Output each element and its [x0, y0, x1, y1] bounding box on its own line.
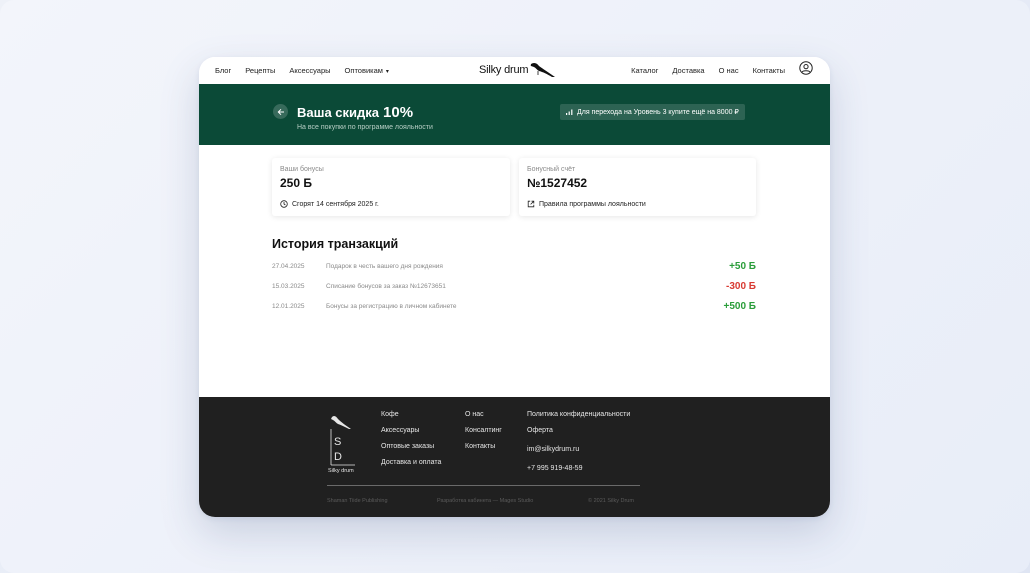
- discount-title-text: Ваша скидка: [297, 105, 380, 120]
- footer-link-offer[interactable]: Оферта: [527, 427, 630, 434]
- transaction-amount: -300 Б: [726, 281, 756, 292]
- external-link-icon: [527, 200, 535, 208]
- footer-link-coffee[interactable]: Кофе: [381, 411, 441, 418]
- discount-hero: Ваша скидка 10% На все покупки по програм…: [199, 84, 830, 145]
- level-badge-text: Для перехода на Уровень 3 купите ещё на …: [577, 109, 739, 116]
- discount-percent: 10%: [383, 104, 414, 121]
- site-footer: S D Silky drum Кофе Аксессуары Оптовые з…: [199, 397, 830, 517]
- footer-logo[interactable]: S D Silky drum: [327, 411, 357, 473]
- nav-about[interactable]: О нас: [719, 66, 739, 75]
- chevron-down-icon: ▾: [385, 69, 389, 75]
- footer-divider: [327, 485, 640, 486]
- footer-column-company: О нас Консалтинг Контакты: [465, 411, 502, 459]
- footer-copyright: © 2021 Silky Drum: [588, 498, 634, 504]
- level-badge: Для перехода на Уровень 3 купите ещё на …: [560, 104, 745, 120]
- transaction-date: 27.04.2025: [272, 263, 305, 270]
- transaction-date: 12.01.2025: [272, 303, 305, 310]
- browser-frame: Блог Рецепты Аксессуары Оптовикам ▾ Silky…: [199, 57, 830, 517]
- footer-email[interactable]: im@silkydrum.ru: [527, 446, 630, 453]
- nav-catalog[interactable]: Каталог: [631, 66, 658, 75]
- loyalty-rules-text: Правила программы лояльности: [539, 200, 646, 208]
- footer-column-shop: Кофе Аксессуары Оптовые заказы Доставка …: [381, 411, 441, 475]
- signal-bars-icon: [566, 109, 573, 115]
- user-profile-icon[interactable]: [799, 61, 813, 75]
- nav-delivery[interactable]: Доставка: [672, 66, 704, 75]
- footer-logo-letter-d: D: [334, 451, 342, 463]
- footer-link-privacy[interactable]: Политика конфиденциальности: [527, 411, 630, 418]
- footer-link-about[interactable]: О нас: [465, 411, 502, 418]
- footer-logo-text: Silky drum: [328, 468, 354, 473]
- footer-developer[interactable]: Разработка кабинета — Mages Studio: [437, 498, 533, 504]
- footer-link-delivery[interactable]: Доставка и оплата: [381, 459, 441, 466]
- nav-recipes[interactable]: Рецепты: [245, 66, 275, 75]
- transaction-amount: +500 Б: [723, 301, 757, 312]
- bonus-label: Ваши бонусы: [280, 166, 324, 173]
- arrow-left-icon: [277, 108, 284, 115]
- nav-contacts[interactable]: Контакты: [753, 66, 785, 75]
- bird-icon: [530, 62, 556, 77]
- bonus-expiry: Сгорят 14 сентября 2025 г.: [280, 200, 379, 208]
- account-card: Бонусный счёт №1527452 Правила программы…: [519, 158, 756, 216]
- footer-link-wholesale[interactable]: Оптовые заказы: [381, 443, 441, 450]
- footer-link-consulting[interactable]: Консалтинг: [465, 427, 502, 434]
- footer-column-legal: Политика конфиденциальности Оферта im@si…: [527, 411, 630, 481]
- bonus-card: Ваши бонусы 250 Б Сгорят 14 сентября 202…: [272, 158, 510, 216]
- discount-title: Ваша скидка 10%: [297, 104, 413, 121]
- transactions-title: История транзакций: [272, 237, 399, 251]
- nav-wholesale-label: Оптовикам: [344, 66, 383, 75]
- nav-blog[interactable]: Блог: [215, 66, 231, 75]
- back-button[interactable]: [273, 104, 288, 119]
- nav-accessories[interactable]: Аксессуары: [289, 66, 330, 75]
- table-row: 15.03.2025 Списание бонусов за заказ №12…: [272, 280, 756, 294]
- footer-logo-letter-s: S: [334, 436, 341, 448]
- bonus-value: 250 Б: [280, 176, 312, 190]
- footer-publisher[interactable]: Shaman Tiide Publishing: [327, 498, 388, 504]
- discount-subtitle: На все покупки по программе лояльности: [297, 124, 433, 131]
- footer-phone[interactable]: +7 995 919-48-59: [527, 465, 630, 472]
- bonus-expiry-text: Сгорят 14 сентября 2025 г.: [292, 200, 379, 208]
- top-navigation: Блог Рецепты Аксессуары Оптовикам ▾ Silky…: [199, 57, 830, 84]
- nav-right: Каталог Доставка О нас Контакты: [631, 57, 785, 84]
- table-row: 12.01.2025 Бонусы за регистрацию в лично…: [272, 300, 756, 314]
- nav-left: Блог Рецепты Аксессуары Оптовикам ▾: [215, 57, 389, 84]
- nav-wholesale[interactable]: Оптовикам ▾: [345, 66, 389, 75]
- transaction-amount: +50 Б: [729, 261, 756, 272]
- site-logo[interactable]: Silky drum: [479, 58, 556, 82]
- table-row: 27.04.2025 Подарок в честь вашего дня ро…: [272, 260, 756, 274]
- account-number: №1527452: [527, 176, 588, 190]
- footer-link-contacts[interactable]: Контакты: [465, 443, 502, 450]
- account-label: Бонусный счёт: [527, 166, 576, 173]
- clock-icon: [280, 200, 288, 208]
- transaction-description: Бонусы за регистрацию в личном кабинете: [326, 303, 457, 310]
- footer-link-accessories[interactable]: Аксессуары: [381, 427, 441, 434]
- loyalty-rules-link[interactable]: Правила программы лояльности: [527, 200, 646, 208]
- transaction-description: Подарок в честь вашего дня рождения: [326, 263, 443, 270]
- transaction-date: 15.03.2025: [272, 283, 305, 290]
- transaction-description: Списание бонусов за заказ №12673651: [326, 283, 446, 290]
- logo-text: Silky drum: [479, 64, 529, 76]
